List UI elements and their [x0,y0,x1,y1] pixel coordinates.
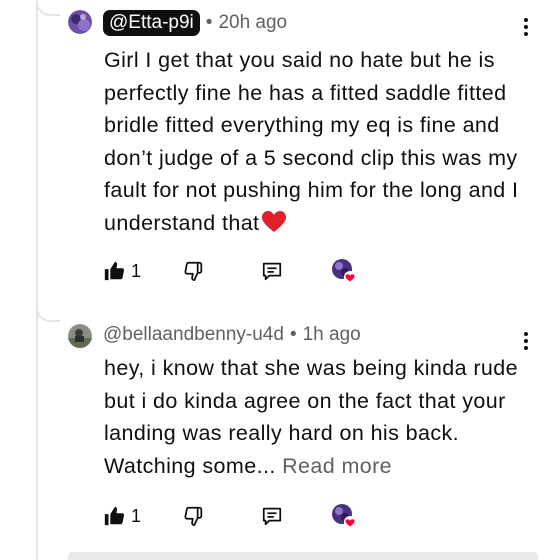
comment-time[interactable]: 20h ago [218,12,287,34]
reply-button[interactable] [261,505,331,527]
avatar[interactable] [68,10,92,34]
avatar[interactable] [68,324,92,348]
creator-heart-icon [332,504,356,528]
reply-button[interactable] [261,260,331,282]
comment-meta: @bellaandbenny-u4d • 1h ago [103,324,361,346]
like-icon [104,506,125,526]
comment-author[interactable]: @bellaandbenny-u4d [103,324,284,346]
comment-actions: 1 [103,502,357,530]
comment-actions: 1 [103,257,357,285]
dislike-button[interactable] [183,260,261,282]
reply-input-edge [68,552,538,560]
like-count: 1 [131,260,142,281]
comment-text: hey, i know that she was being kinda rud… [104,352,534,482]
thread-connector [36,300,60,322]
like-count: 1 [131,505,142,526]
heart-emoji-icon [261,210,287,244]
read-more-link[interactable]: Read more [282,454,392,478]
separator-dot: • [205,12,213,33]
comment-meta: @Etta-p9i • 20h ago [103,10,287,36]
thread-line [36,0,38,560]
comment-time[interactable]: 1h ago [303,324,361,346]
comment-author[interactable]: @Etta-p9i [103,10,200,36]
dislike-icon [184,506,203,527]
creator-heart-icon [332,259,356,283]
dislike-icon [184,261,203,282]
dislike-button[interactable] [183,505,261,527]
comment-text: Girl I get that you said no hate but he … [104,44,534,243]
creator-heart-badge[interactable] [331,503,357,529]
like-button[interactable]: 1 [103,260,183,282]
creator-heart-badge[interactable] [331,258,357,284]
separator-dot: • [289,324,297,345]
reply-icon [262,507,282,526]
like-icon [104,261,125,281]
more-options-icon[interactable] [514,12,538,42]
thread-connector [36,0,60,16]
reply-icon [262,262,282,281]
comment-text-content: Girl I get that you said no hate but he … [104,48,519,235]
like-button[interactable]: 1 [103,505,183,527]
